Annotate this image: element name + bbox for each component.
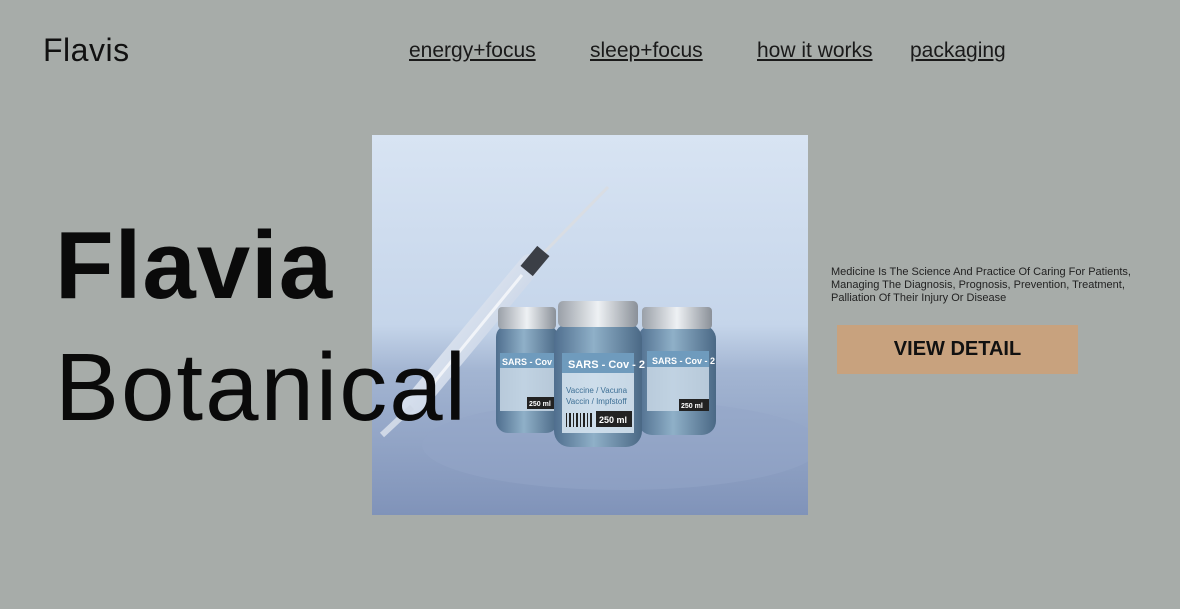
svg-text:Vaccine / Vacuna: Vaccine / Vacuna bbox=[566, 386, 628, 395]
svg-text:250 ml: 250 ml bbox=[681, 403, 703, 410]
svg-text:Vaccin / Impfstoff: Vaccin / Impfstoff bbox=[566, 397, 627, 406]
vial-right: SARS - Cov - 2 250 ml bbox=[638, 307, 716, 435]
nav-item-sleep-focus[interactable]: sleep+focus bbox=[590, 39, 703, 63]
svg-text:SARS - Cov - 2: SARS - Cov - 2 bbox=[568, 359, 645, 371]
svg-text:SARS - Cov - 2: SARS - Cov - 2 bbox=[652, 356, 715, 366]
hero-title-line2: Botanical bbox=[55, 334, 468, 441]
hero-description: Medicine Is The Science And Practice Of … bbox=[831, 266, 1131, 304]
hero-vaccine-image: SARS - Cov - 2 250 ml SARS - Cov - 2 250… bbox=[372, 135, 808, 515]
view-detail-button[interactable]: VIEW DETAIL bbox=[837, 325, 1078, 374]
nav-item-packaging[interactable]: packaging bbox=[910, 39, 1006, 63]
nav-item-how-it-works[interactable]: how it works bbox=[757, 39, 873, 63]
svg-text:250 ml: 250 ml bbox=[599, 415, 627, 425]
vial-front: SARS - Cov - 2 Vaccine / Vacuna Vaccin /… bbox=[554, 301, 645, 447]
svg-text:250 ml: 250 ml bbox=[529, 401, 551, 408]
brand-logo[interactable]: Flavis bbox=[43, 32, 130, 69]
nav-item-energy-focus[interactable]: energy+focus bbox=[409, 39, 536, 63]
hero-title-line1: Flavia bbox=[55, 212, 334, 319]
